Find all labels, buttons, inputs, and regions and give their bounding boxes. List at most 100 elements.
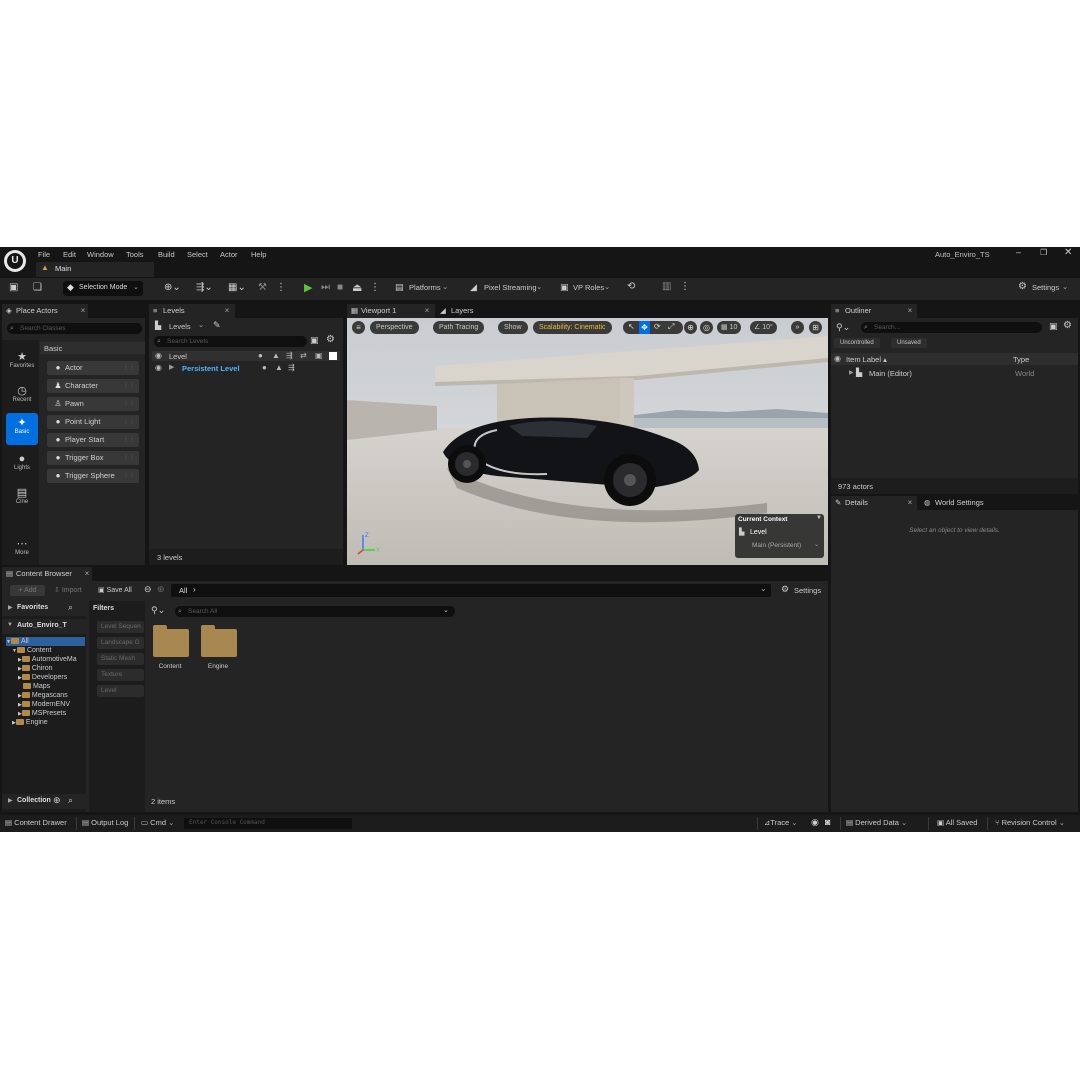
actor-item-character[interactable]: ♟ Character ⋮⋮ xyxy=(47,379,139,393)
expand-arrow-icon[interactable]: ▶ xyxy=(169,363,174,371)
category-recent[interactable]: ◷ Recent xyxy=(6,381,38,413)
level-row-persistent[interactable]: ◉ ▶ Persistent Level ● ▲ ⇶ xyxy=(152,363,340,373)
level-tab[interactable]: ▲ Main xyxy=(36,262,154,277)
add-actor-icon[interactable]: ⊕⌄ xyxy=(164,282,181,293)
layout-icon[interactable]: ⊞ xyxy=(809,321,822,334)
filter-texture[interactable]: Texture xyxy=(97,669,144,681)
gear-icon[interactable]: ⚙ xyxy=(1063,320,1072,331)
path-tracing-button[interactable]: Path Tracing xyxy=(433,321,485,334)
output-log-button[interactable]: ▤ Output Log xyxy=(82,818,128,830)
menu-actor[interactable]: Actor xyxy=(220,248,238,262)
translate-tool-icon[interactable]: ✥ xyxy=(639,321,650,334)
forward-icon[interactable]: ⊕ xyxy=(157,584,165,595)
console-command-input[interactable]: Enter Console Command xyxy=(184,818,352,829)
back-icon[interactable]: ⊖ xyxy=(144,584,152,595)
save-icon[interactable]: ▣ xyxy=(9,282,18,293)
derived-data-dropdown[interactable]: ▤ Derived Data ⌄ xyxy=(846,818,907,830)
close-tab-icon[interactable]: × xyxy=(422,304,432,318)
add-folder-icon[interactable]: ▣ xyxy=(1049,321,1058,332)
eject-icon[interactable]: ⏏ xyxy=(352,281,362,294)
tab-content-browser[interactable]: ▤ Content Browser xyxy=(2,567,92,581)
minimize-icon[interactable]: – xyxy=(1016,247,1021,257)
content-drawer-button[interactable]: ▤ Content Drawer xyxy=(5,818,67,830)
project-section[interactable]: ▼ Auto_Enviro_T xyxy=(2,619,86,634)
filter-level[interactable]: Level xyxy=(97,685,144,697)
tree-item[interactable]: Maps xyxy=(18,682,50,691)
type-header[interactable]: Type xyxy=(1013,355,1029,364)
tab-world-settings[interactable]: ◍ World Settings xyxy=(921,496,1001,510)
chip-uncontrolled[interactable]: Uncontrolled xyxy=(834,338,880,348)
close-icon[interactable]: ✕ xyxy=(1064,247,1072,258)
snapshot-icon[interactable]: ◙ xyxy=(825,817,830,827)
blueprint-icon[interactable]: ⇶⌄ xyxy=(196,282,213,293)
outliner-search-input[interactable]: ⌕ Search... xyxy=(861,322,1042,333)
tab-layers[interactable]: ◢ Layers xyxy=(437,304,487,318)
chip-unsaved[interactable]: Unsaved xyxy=(891,338,927,348)
source-control-icon[interactable]: ⟲ xyxy=(627,281,635,292)
close-tab-icon[interactable]: × xyxy=(905,496,915,510)
context-level-dropdown[interactable]: Main (Persistent) ⌄ xyxy=(738,541,821,553)
world-space-icon[interactable]: ⊕ xyxy=(684,321,697,334)
content-icon[interactable]: ❏ xyxy=(33,282,42,293)
category-favorites[interactable]: ★ Favorites xyxy=(6,347,38,379)
search-icon[interactable]: ⌕ xyxy=(68,795,73,806)
outliner-row-world[interactable]: ▶ ▙ Main (Editor) World xyxy=(831,368,1078,379)
menu-select[interactable]: Select xyxy=(187,248,208,262)
scale-tool-icon[interactable]: ⤢ xyxy=(668,322,674,332)
add-collection-icon[interactable]: ⊕ xyxy=(53,795,61,806)
menu-tools[interactable]: Tools xyxy=(126,248,144,262)
close-tab-icon[interactable]: × xyxy=(82,567,92,581)
close-tab-icon[interactable]: × xyxy=(905,304,915,318)
camera-speed-icon[interactable]: » xyxy=(791,321,804,334)
item-label-header[interactable]: Item Label ▴ xyxy=(846,355,887,364)
actor-item-point-light[interactable]: ● Point Light ⋮⋮ xyxy=(47,415,139,429)
category-more[interactable]: ⋯ More xyxy=(6,534,38,566)
chevron-down-icon[interactable]: ▼ xyxy=(816,515,822,521)
close-tab-icon[interactable]: × xyxy=(78,304,88,318)
favorites-section[interactable]: ▶ Favorites ⌕ xyxy=(2,601,86,616)
tree-engine[interactable]: ▶ Engine xyxy=(12,718,48,728)
viewport-menu-icon[interactable]: ≡ xyxy=(352,321,365,334)
expand-arrow-icon[interactable]: ▶ xyxy=(849,369,854,376)
select-tool-icon[interactable]: ↖ xyxy=(628,322,635,331)
trace-dropdown[interactable]: ⊿Trace ⌄ xyxy=(764,818,798,830)
visibility-icon[interactable]: ◉ xyxy=(155,363,162,372)
menu-edit[interactable]: Edit xyxy=(63,248,76,262)
chevron-down-icon[interactable]: ⌄ xyxy=(443,605,449,616)
menu-build[interactable]: Build xyxy=(158,248,175,262)
cinematics-icon[interactable]: ▦⌄ xyxy=(228,282,246,293)
edit-levels-icon[interactable]: ✎ xyxy=(213,320,221,331)
close-tab-icon[interactable]: × xyxy=(222,304,232,318)
actor-item-actor[interactable]: ● Actor ⋮⋮ xyxy=(47,361,139,375)
play-icon[interactable]: ▶ xyxy=(304,281,312,294)
tab-place-actors[interactable]: ◈ Place Actors xyxy=(2,304,88,318)
filter-level-sequence[interactable]: Level Sequen xyxy=(97,621,144,633)
category-cine[interactable]: ▤ Cine xyxy=(6,483,38,515)
more-toolbar-icon[interactable]: ⋮ xyxy=(276,282,286,293)
filter-icon[interactable]: ⚲⌄ xyxy=(836,322,850,333)
search-all-input[interactable]: ⌕ Search All ⌄ xyxy=(175,606,455,617)
actor-item-trigger-sphere[interactable]: ● Trigger Sphere ⋮⋮ xyxy=(47,469,139,483)
chevron-down-icon[interactable]: ⌄ xyxy=(760,584,767,593)
viewport-canvas[interactable]: ≡ Perspective Path Tracing Show Scalabil… xyxy=(347,318,828,565)
rotation-snap-button[interactable]: ∠ 10° xyxy=(750,321,777,334)
more-options-icon[interactable]: ⋮ xyxy=(680,281,690,292)
save-all-button[interactable]: ▣ Save All xyxy=(98,585,132,596)
menu-window[interactable]: Window xyxy=(87,248,114,262)
unreal-logo-icon[interactable]: U xyxy=(4,250,26,272)
actor-item-trigger-box[interactable]: ● Trigger Box ⋮⋮ xyxy=(47,451,139,465)
add-level-icon[interactable]: ▣ xyxy=(310,335,319,346)
advance-frame-icon[interactable]: ⏭ xyxy=(321,282,330,293)
lock-icon[interactable]: ▲ xyxy=(275,363,283,372)
collection-section[interactable]: ▶ Collection ⊕ ⌕ xyxy=(2,794,86,809)
perspective-button[interactable]: Perspective xyxy=(370,321,419,334)
filter-icon[interactable]: ⚲⌄ xyxy=(151,605,165,616)
all-saved-button[interactable]: ▣ All Saved xyxy=(937,818,977,830)
selection-mode-dropdown[interactable]: ◆ Selection Mode ⌄ xyxy=(63,281,143,296)
stop-icon[interactable]: ■ xyxy=(337,282,343,293)
menu-help[interactable]: Help xyxy=(251,248,266,262)
cmd-dropdown[interactable]: ▭ Cmd ⌄ xyxy=(141,818,174,830)
streaming-icon[interactable]: ⇶ xyxy=(288,363,295,372)
category-basic[interactable]: ✦ Basic xyxy=(6,413,38,445)
actor-item-pawn[interactable]: ♙ Pawn ⋮⋮ xyxy=(47,397,139,411)
